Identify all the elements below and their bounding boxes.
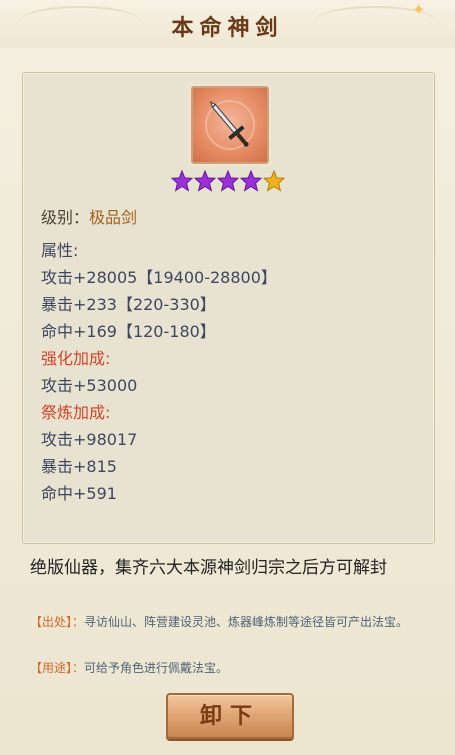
item-usage: 【用途】：可给予角色进行佩戴法宝。 (30, 659, 435, 677)
unequip-button[interactable]: 卸下 (166, 693, 294, 739)
star-purple-icon (240, 170, 262, 192)
star-purple-icon (171, 170, 193, 192)
enhance-heading: 强化加成: (41, 349, 111, 368)
refine-attack: 攻击+98017 (41, 430, 138, 449)
attribute-attack: 攻击+28005【19400-28800】 (41, 268, 277, 287)
item-icon-frame (191, 86, 269, 164)
window-title: 本命神剑 (171, 15, 284, 41)
refine-hit: 命中+591 (41, 484, 117, 503)
source-text: 寻访仙山、阵营建设灵池、炼器峰炼制等途径皆可产出法宝。 (84, 615, 409, 629)
item-detail-window: 本命神剑 ✦ 级别：极品剑 属性: 攻击+28005【19400-28800】 … (0, 0, 455, 755)
sparkle-icon: ✦ (412, 0, 426, 19)
refine-crit: 暴击+815 (41, 457, 117, 476)
star-rating (171, 170, 287, 194)
source-tag: 【出处】： (30, 615, 85, 629)
attributes-heading: 属性: (41, 241, 79, 260)
usage-text: 可给予角色进行佩戴法宝。 (84, 661, 229, 675)
usage-tag: 【用途】： (30, 661, 85, 675)
level-label: 级别： (41, 208, 90, 227)
refine-heading: 祭炼加成: (41, 403, 111, 422)
level-value: 极品剑 (89, 208, 138, 227)
attribute-hit: 命中+169【120-180】 (41, 322, 216, 341)
star-gold-icon (263, 170, 285, 192)
title-bar: 本命神剑 ✦ (0, 0, 455, 48)
attribute-crit: 暴击+233【220-330】 (41, 295, 216, 314)
star-purple-icon (194, 170, 216, 192)
item-info-panel: 级别：极品剑 属性: 攻击+28005【19400-28800】 暴击+233【… (22, 72, 435, 544)
item-source: 【出处】：寻访仙山、阵营建设灵池、炼器峰炼制等途径皆可产出法宝。 (30, 613, 435, 631)
star-purple-icon (217, 170, 239, 192)
enhance-attack: 攻击+53000 (41, 376, 138, 395)
sword-icon (205, 100, 255, 150)
item-level: 级别：极品剑 (41, 204, 137, 228)
item-description: 绝版仙器，集齐六大本源神剑归宗之后方可解封 (30, 558, 387, 578)
